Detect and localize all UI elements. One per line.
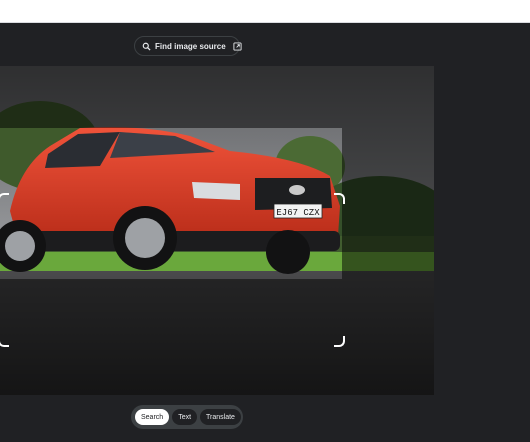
- license-plate-text: EJ67 CZX: [276, 208, 320, 218]
- lens-mode-switcher: Search Text Translate: [131, 405, 243, 429]
- selection-handle-top-left[interactable]: [0, 193, 9, 204]
- open-external-icon: [233, 41, 242, 51]
- selection-handle-top-right[interactable]: [334, 193, 345, 204]
- search-mode-button[interactable]: Search: [135, 409, 170, 425]
- lens-search-icon: [142, 42, 151, 51]
- find-image-source-button[interactable]: Find image source: [134, 36, 242, 56]
- top-bar: [0, 0, 530, 23]
- selection-handle-bottom-left[interactable]: [0, 336, 9, 347]
- selected-image[interactable]: EJ67 CZX: [0, 66, 434, 395]
- find-image-source-label: Find image source: [155, 41, 226, 51]
- translate-mode-button[interactable]: Translate: [200, 409, 241, 425]
- text-mode-button[interactable]: Text: [172, 409, 198, 425]
